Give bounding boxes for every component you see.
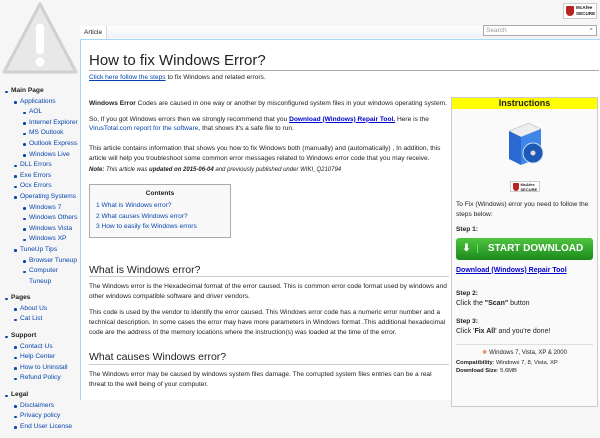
page-title: How to fix Windows Error? bbox=[89, 52, 599, 71]
table-of-contents: Contents 1 What is Windows error? 2 What… bbox=[89, 183, 231, 238]
sidebar-subitem[interactable]: Browser Tuneup bbox=[29, 257, 77, 264]
sidebar-list-item: DLL Errors bbox=[0, 160, 80, 171]
paragraph: This article contains information that s… bbox=[89, 145, 441, 162]
sidebar-item[interactable]: About Us bbox=[20, 305, 47, 312]
sidebar-item[interactable]: Contact Us bbox=[20, 343, 53, 350]
virustotal-link[interactable]: VirusTotal.com report for the software bbox=[89, 125, 198, 132]
software-box-icon bbox=[505, 119, 545, 169]
sidebar-subitem[interactable]: Windows Others bbox=[29, 214, 77, 221]
sidebar-list-item: About Us bbox=[0, 304, 80, 315]
sidebar-item[interactable]: Operating Systems bbox=[20, 193, 76, 200]
sidebar-section-title[interactable]: Support bbox=[0, 331, 80, 342]
toc-item[interactable]: 3 How to easily fix Windows errors bbox=[96, 223, 197, 230]
section-heading: What is Windows error? bbox=[89, 264, 449, 278]
mcafee-secure-badge[interactable]: McAfee SECURE bbox=[563, 3, 597, 19]
site-logo-warning-icon[interactable] bbox=[0, 0, 80, 80]
sidebar-list-item: Privacy policy bbox=[0, 411, 80, 422]
sidebar-list-item: AOL bbox=[0, 107, 80, 118]
search-icon[interactable]: ⌕ bbox=[589, 26, 593, 34]
shield-icon bbox=[566, 6, 574, 16]
download-repair-tool-link[interactable]: Download (Windows) Repair Tool bbox=[456, 267, 567, 274]
sidebar-item[interactable]: Applications bbox=[20, 98, 56, 105]
sidebar-list-item: Windows Live bbox=[0, 150, 80, 161]
sidebar-subitem[interactable]: Computer Tuneup bbox=[29, 267, 58, 285]
toc-item[interactable]: 2 What causes Windows error? bbox=[96, 213, 188, 220]
sidebar-section-title[interactable]: Legal bbox=[0, 390, 80, 401]
sidebar-item[interactable]: Ocx Errors bbox=[20, 182, 52, 189]
sidebar-subitem[interactable]: Internet Explorer bbox=[29, 119, 78, 126]
sidebar-group: Support Contact Us Help Center How to Unins… bbox=[0, 331, 80, 384]
tab-article[interactable]: Article bbox=[80, 26, 108, 39]
content-area: How to fix Windows Error? Click here fol… bbox=[80, 39, 600, 407]
intro-link[interactable]: Click here follow the steps bbox=[89, 74, 166, 81]
sidebar-subitem[interactable]: MS Outlook bbox=[29, 129, 63, 136]
sidebar-item[interactable]: Help Center bbox=[20, 353, 55, 360]
sidebar-list-item: Windows XP bbox=[0, 234, 80, 245]
sidebar-list-item: Internet Explorer bbox=[0, 118, 80, 129]
sidebar-item[interactable]: Refund Policy bbox=[20, 374, 61, 381]
sidebar-section-title[interactable]: Main Page bbox=[0, 86, 80, 97]
sidebar-list-item: Disclaimers bbox=[0, 401, 80, 412]
sidebar-nav: Main Page Applications AOL Internet Explore… bbox=[0, 86, 80, 438]
sidebar-list-item: Refund Policy bbox=[0, 373, 80, 384]
sidebar-list-item: Exe Errors bbox=[0, 171, 80, 182]
sidebar-subitem[interactable]: Windows XP bbox=[29, 235, 66, 242]
download-arrow-icon: ⬇ bbox=[456, 244, 478, 254]
sidebar-list-item: MS Outlook bbox=[0, 128, 80, 139]
sidebar-section-title[interactable]: Pages bbox=[0, 293, 80, 304]
sidebar-subitem[interactable]: Windows Live bbox=[29, 151, 70, 158]
sidebar-group: Legal Disclaimers Privacy policy End User L… bbox=[0, 390, 80, 432]
windows-logo-icon: ❖ bbox=[482, 350, 488, 356]
sidebar-item[interactable]: Disclaimers bbox=[20, 402, 54, 409]
sidebar-group: Pages About Us Cat List bbox=[0, 293, 80, 325]
sidebar-list-item: End User License bbox=[0, 422, 80, 433]
sidebar-list-item: TuneUp Tips bbox=[0, 245, 80, 256]
search-input[interactable]: Search ⌕ bbox=[483, 25, 597, 36]
sidebar-list-item: Computer Tuneup bbox=[0, 266, 80, 287]
toc-item[interactable]: 1 What is Windows error? bbox=[96, 202, 171, 209]
sidebar-list-item: How to Uninstall bbox=[0, 363, 80, 374]
sidebar-group: Main Page Applications AOL Internet Explore… bbox=[0, 86, 80, 287]
sidebar-subitem[interactable]: Windows Vista bbox=[29, 225, 72, 232]
sidebar-list-item: Ocx Errors bbox=[0, 181, 80, 192]
start-download-button[interactable]: ⬇ START DOWNLOAD bbox=[456, 237, 593, 260]
sidebar-list-item: Operating Systems bbox=[0, 192, 80, 203]
sidebar-item[interactable]: Privacy policy bbox=[20, 412, 60, 419]
sidebar-item[interactable]: How to Uninstall bbox=[20, 364, 68, 371]
instructions-panel: Instructions McAfee SECURE To Fix (Windo… bbox=[451, 97, 598, 407]
download-repair-link[interactable]: Download (Windows) Repair Tool. bbox=[289, 116, 395, 123]
mcafee-secure-badge[interactable]: McAfee SECURE bbox=[509, 181, 540, 192]
sidebar-list-item: Cat List bbox=[0, 314, 80, 325]
section-heading: What causes Windows error? bbox=[89, 352, 449, 366]
sidebar-list-item: Windows Vista bbox=[0, 224, 80, 235]
sidebar-item[interactable]: Exe Errors bbox=[20, 172, 51, 179]
sidebar-list-item: Outlook Express bbox=[0, 139, 80, 150]
article-body: Click here follow the steps to fix Windo… bbox=[89, 74, 449, 388]
sidebar-item[interactable]: Cat List bbox=[20, 315, 42, 322]
sidebar-item[interactable]: End User License bbox=[20, 423, 72, 430]
sidebar-item[interactable]: DLL Errors bbox=[20, 161, 52, 168]
sidebar-list-item: Windows Others bbox=[0, 213, 80, 224]
shield-icon bbox=[512, 183, 519, 191]
sidebar-list-item: Contact Us bbox=[0, 342, 80, 353]
sidebar-subitem[interactable]: AOL bbox=[29, 108, 42, 115]
sidebar-subitem[interactable]: Outlook Express bbox=[29, 140, 77, 147]
sidebar-subitem[interactable]: Windows 7 bbox=[29, 204, 61, 211]
sidebar-list-item: Help Center bbox=[0, 352, 80, 363]
sidebar-list-item: Browser Tuneup bbox=[0, 256, 80, 267]
sidebar-item[interactable]: TuneUp Tips bbox=[20, 246, 57, 253]
sidebar-list-item: Applications bbox=[0, 97, 80, 108]
sidebar-list-item: Windows 7 bbox=[0, 203, 80, 214]
